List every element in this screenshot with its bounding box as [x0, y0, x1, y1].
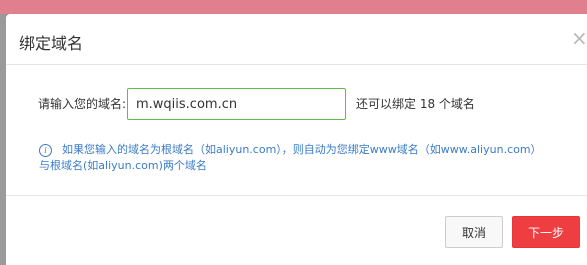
page-backdrop-top: [0, 0, 587, 14]
root-domain-hint: i 如果您输入的域名为根域名（如aliyun.com），则自动为您绑定www域名（…: [39, 142, 579, 174]
domain-field-label: 请输入您的域名:: [38, 97, 127, 111]
close-icon[interactable]: ×: [571, 28, 587, 48]
info-icon: i: [39, 144, 52, 157]
hint-line-2: 与根域名(如aliyun.com)两个域名: [39, 159, 207, 172]
dialog-header: 绑定域名 ×: [6, 14, 587, 65]
domain-input[interactable]: [127, 88, 346, 120]
cancel-button[interactable]: 取消: [445, 216, 503, 248]
dialog-footer-divider: [6, 195, 587, 196]
remaining-count-text: 还可以绑定 18 个域名: [356, 97, 475, 111]
hint-line-1: 如果您输入的域名为根域名（如aliyun.com），则自动为您绑定www域名（如…: [62, 143, 542, 156]
next-step-button[interactable]: 下一步: [512, 216, 580, 248]
bind-domain-dialog: 绑定域名 × 请输入您的域名: 还可以绑定 18 个域名 i 如果您输入的域名为根…: [6, 14, 587, 265]
dialog-title: 绑定域名: [19, 34, 84, 53]
